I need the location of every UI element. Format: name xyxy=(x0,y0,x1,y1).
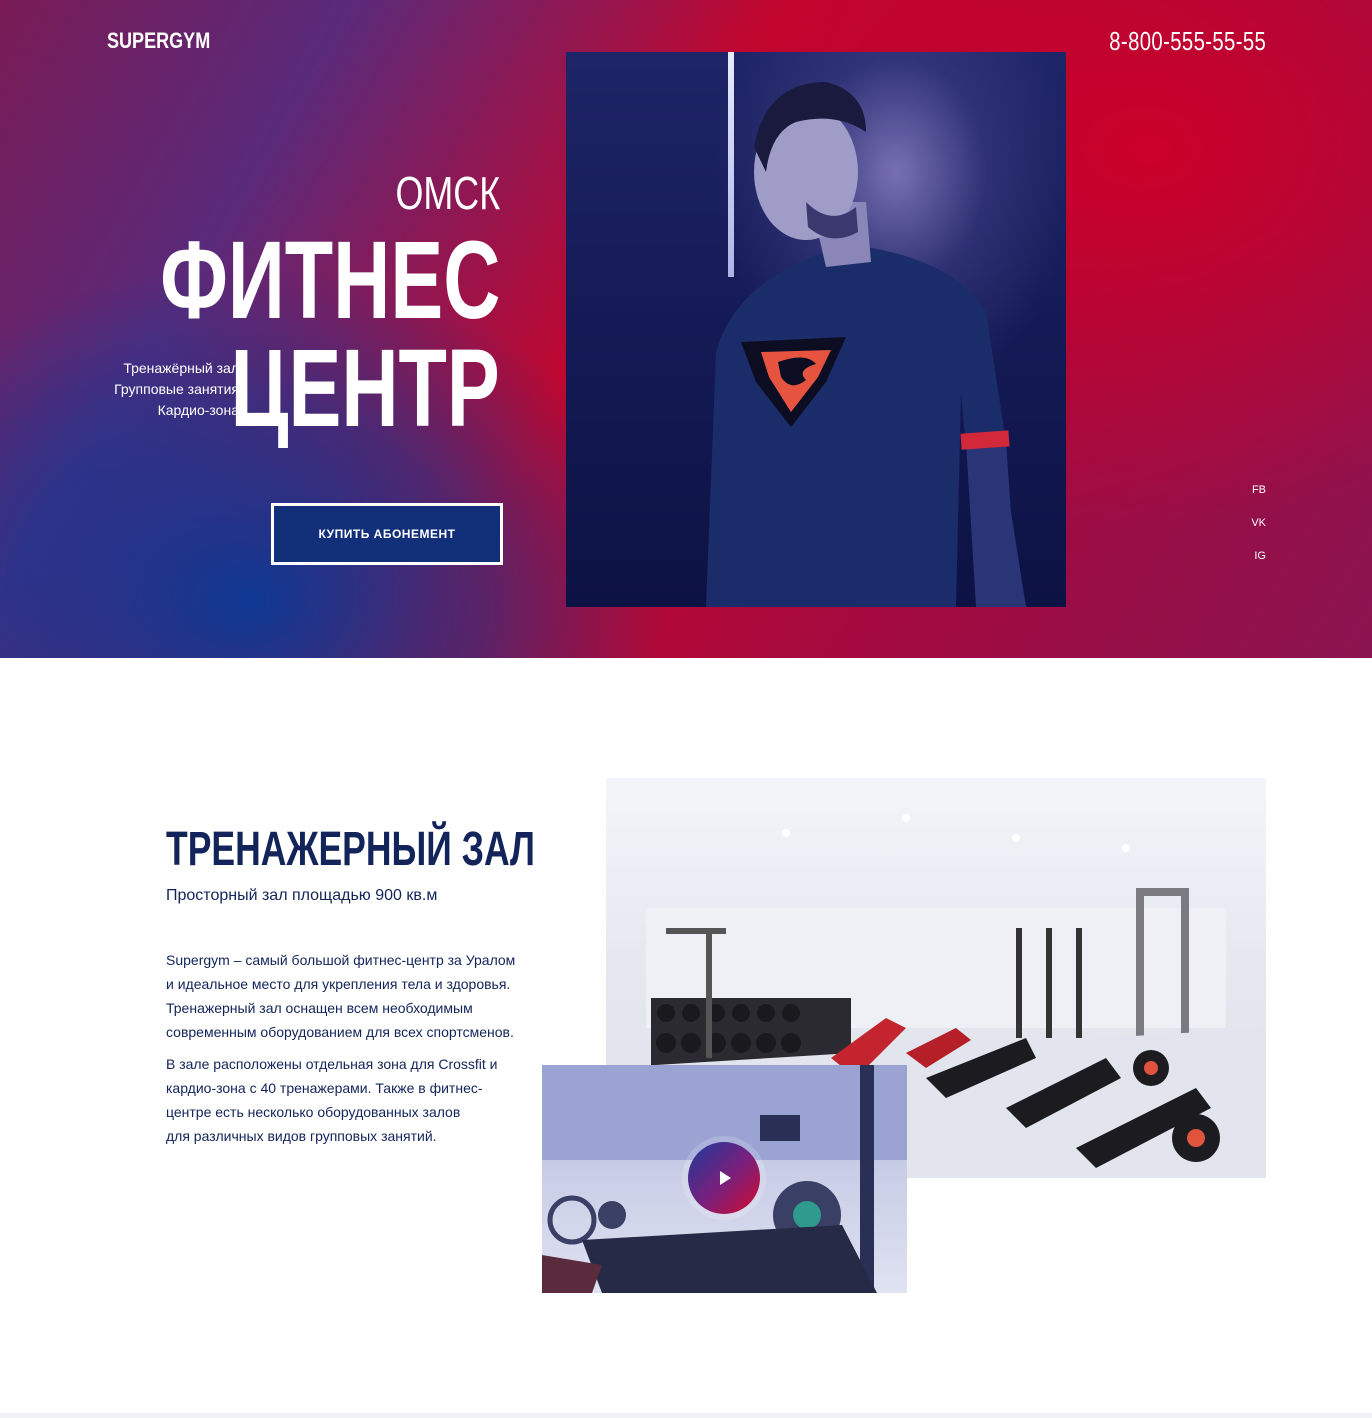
description-line: и идеальное место для укрепления тела и … xyxy=(166,976,511,992)
description-line: Тренажерный зал оснащен всем необходимым xyxy=(166,1000,473,1016)
description-line: кардио-зона с 40 тренажерами. Также в фи… xyxy=(166,1080,483,1096)
description-paragraph: Supergym – самый большой фитнес-центр за… xyxy=(166,948,526,1044)
description-paragraph: В зале расположены отдельная зона для Cr… xyxy=(166,1052,526,1148)
phone-number[interactable]: 8-800-555-55-55 xyxy=(1109,26,1266,57)
play-video-button[interactable] xyxy=(688,1142,760,1214)
service-item: Тренажёрный зал xyxy=(123,360,239,376)
service-item: Кардио-зона xyxy=(157,402,239,418)
hero-trainer-photo xyxy=(566,52,1066,607)
social-link-fb[interactable]: FB xyxy=(1251,484,1266,517)
social-link-ig[interactable]: IG xyxy=(1251,550,1266,583)
section-description: Supergym – самый большой фитнес-центр за… xyxy=(166,948,526,1156)
buy-membership-button[interactable]: КУПИТЬ АБОНЕМЕНТ xyxy=(271,503,503,565)
social-link-vk[interactable]: VK xyxy=(1251,517,1266,550)
hero-title-line-1: ФИТНЕС xyxy=(159,219,500,342)
play-icon xyxy=(720,1171,731,1185)
hero-title-line-2: ЦЕНТР xyxy=(230,327,500,450)
city-label: ОМСК xyxy=(395,167,500,219)
section-subtitle: Просторный зал площадью 900 кв.м xyxy=(166,887,438,904)
service-item: Групповые занятия xyxy=(114,381,239,397)
description-line: В зале расположены отдельная зона для Cr… xyxy=(166,1056,498,1072)
logo[interactable]: SUPERGYM xyxy=(107,28,210,54)
section-divider xyxy=(0,1413,1372,1418)
hero-section: SUPERGYM ОМСК ФИТНЕС ЦЕНТР Тренажёрный з… xyxy=(0,0,1372,658)
description-line: для различных видов групповых занятий. xyxy=(166,1128,437,1144)
section-title: ТРЕНАЖЕРНЫЙ ЗАЛ xyxy=(166,823,535,876)
description-line: Supergym – самый большой фитнес-центр за… xyxy=(166,952,516,968)
trainer-illustration xyxy=(706,82,1026,607)
description-line: современным оборудованием для всех спорт… xyxy=(166,1024,514,1040)
services-list: Тренажёрный зал Групповые занятия Кардио… xyxy=(114,358,239,421)
description-line: центре есть несколько оборудованных зало… xyxy=(166,1104,461,1120)
social-links: FB VK IG xyxy=(1251,484,1266,583)
